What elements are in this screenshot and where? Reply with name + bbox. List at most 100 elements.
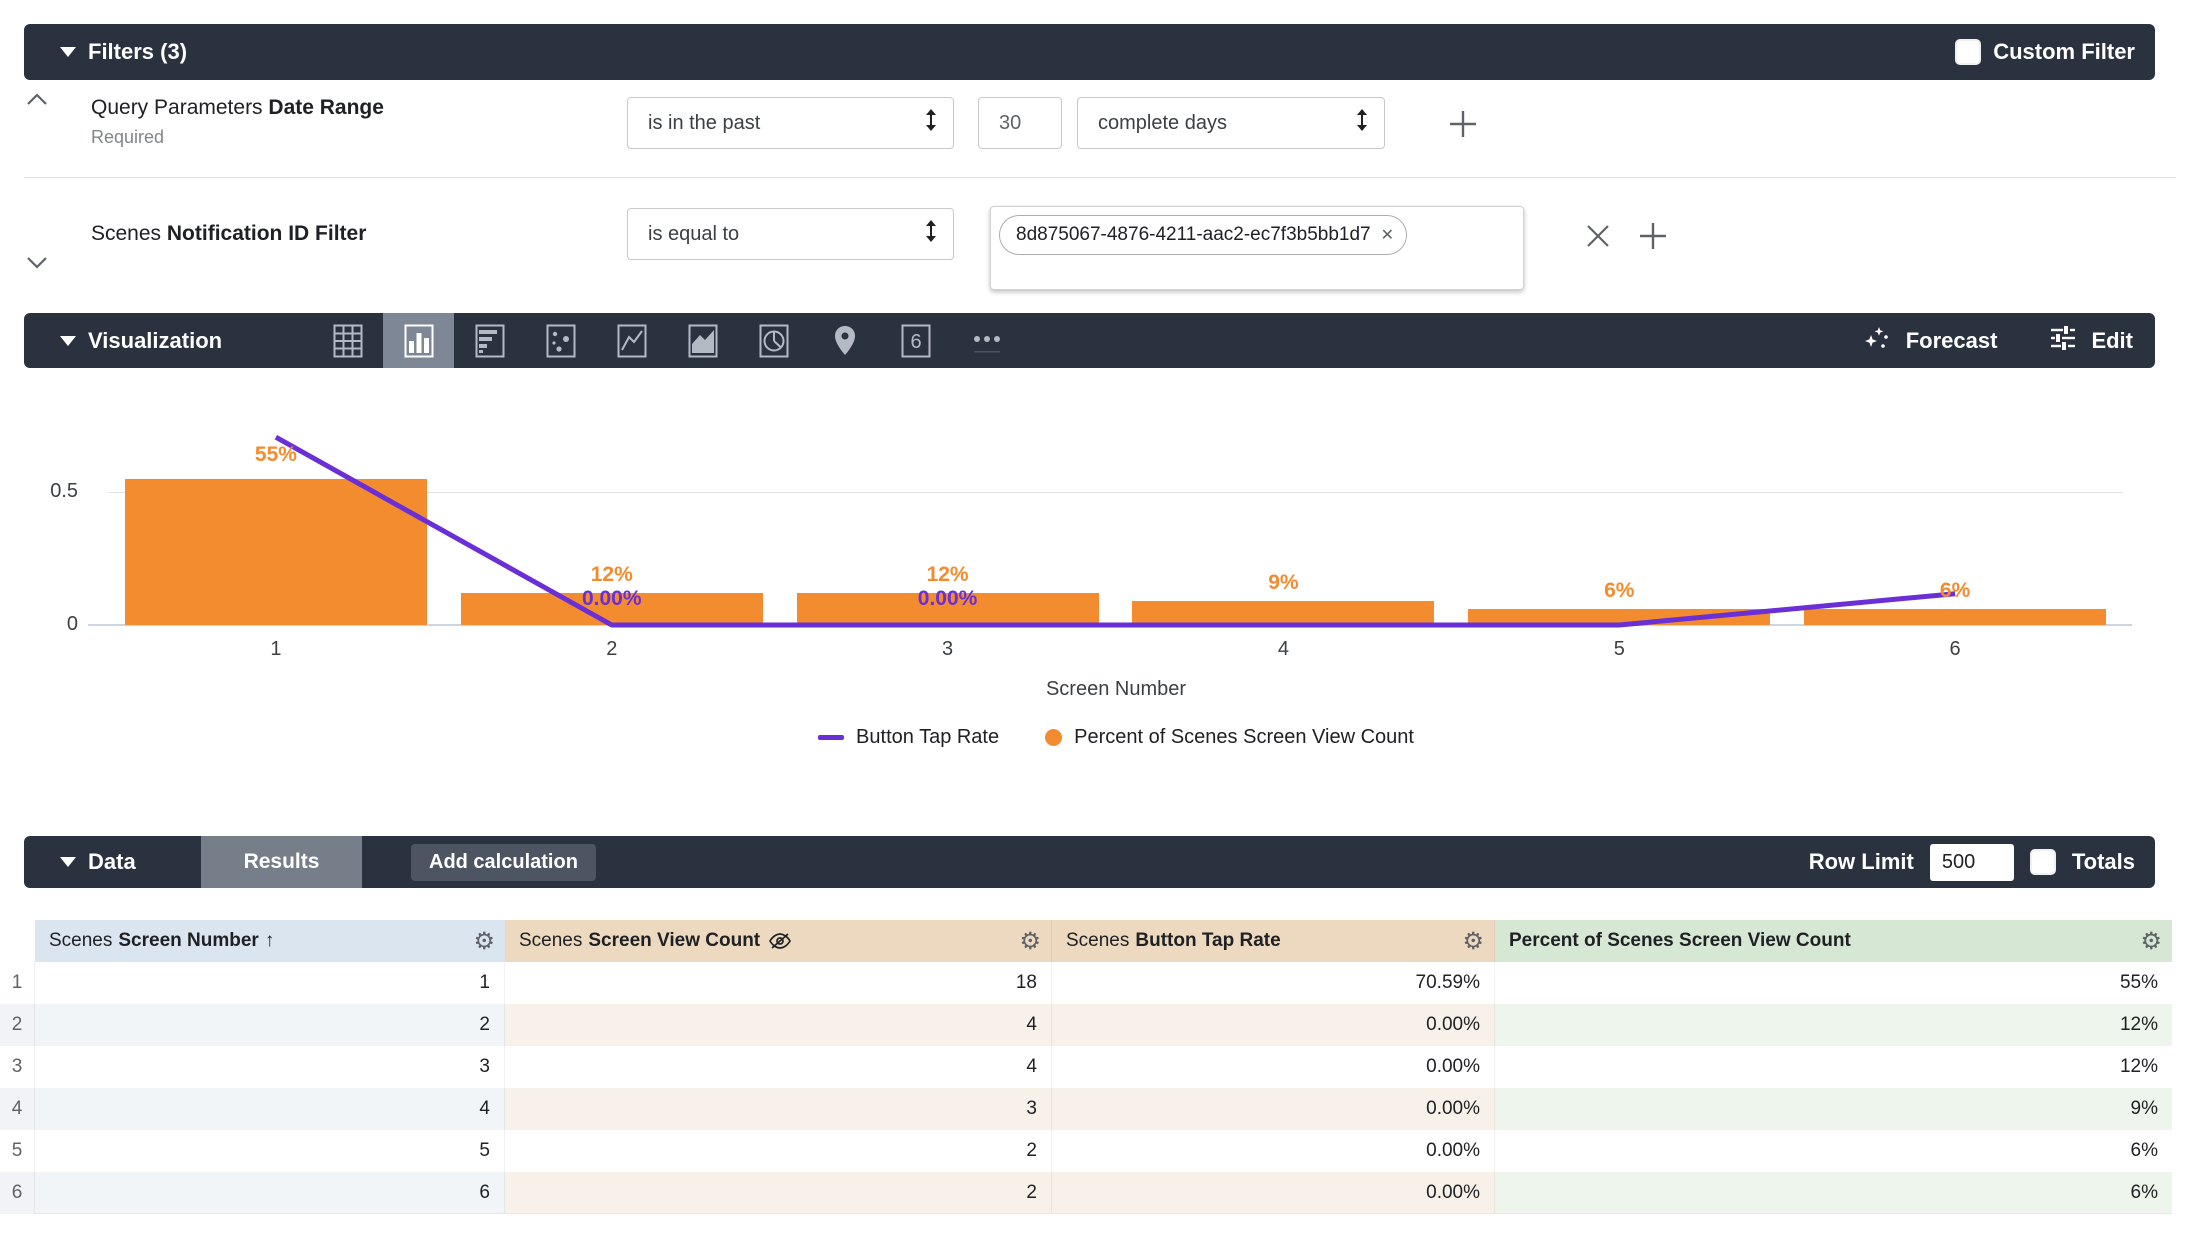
table-cell[interactable]: 9% [1495, 1088, 2172, 1130]
visualization-header-bar: Visualization 6 Forecast [24, 313, 2155, 368]
column-chart-icon[interactable] [383, 313, 454, 368]
filter-value: 30 [999, 112, 1021, 135]
filter-unit-select[interactable]: complete days [1077, 97, 1385, 149]
area-chart-icon[interactable] [667, 313, 738, 368]
bar-screen-5[interactable] [1468, 609, 1770, 625]
map-icon[interactable] [809, 313, 880, 368]
table-cell[interactable]: 3 [35, 1046, 505, 1088]
table-cell[interactable]: 0.00% [1052, 1172, 1495, 1214]
table-cell[interactable]: 5 [35, 1130, 505, 1172]
table-cell[interactable]: 70.59% [1052, 962, 1495, 1004]
column-gear-icon[interactable]: ⚙ [2140, 929, 2162, 953]
table-cell[interactable]: 6 [35, 1172, 505, 1214]
explore-page: Filters (3) Custom Filter Query Paramete… [0, 0, 2200, 1252]
add-filter-row-button[interactable] [1448, 109, 1478, 144]
pie-chart-icon[interactable] [738, 313, 809, 368]
scatter-chart-icon[interactable] [525, 313, 596, 368]
table-cell[interactable]: 0.00% [1052, 1130, 1495, 1172]
column-header-button-tap-rate[interactable]: ScenesButton Tap Rate⚙ [1052, 920, 1495, 962]
column-header-percent-of-scenes-screen-view-count[interactable]: Percent of Scenes Screen View Count ⚙ [1495, 920, 2172, 962]
bar-value-label: 55% [206, 443, 346, 467]
add-filter-value-button[interactable] [1638, 221, 1668, 256]
bar-screen-6[interactable] [1804, 609, 2106, 625]
custom-filter-checkbox[interactable] [1955, 39, 1981, 65]
bar-value-label: 6% [1549, 579, 1689, 603]
forecast-sparkle-icon [1862, 323, 1892, 359]
chart-legend: Button Tap Rate Percent of Scenes Screen… [0, 726, 2200, 749]
table-cell[interactable]: 12% [1495, 1004, 2172, 1046]
legend-dot-swatch [1045, 729, 1062, 746]
more-icon[interactable] [951, 313, 1022, 368]
row-limit-input[interactable]: 500 [1930, 844, 2014, 881]
column-gear-icon[interactable]: ⚙ [1019, 929, 1041, 953]
add-calculation-button[interactable]: Add calculation [411, 844, 596, 881]
collapse-row-up-icon[interactable] [26, 92, 48, 106]
table-cell[interactable]: 4 [505, 1046, 1052, 1088]
remove-token-icon[interactable]: ✕ [1381, 225, 1394, 245]
totals-checkbox[interactable] [2030, 849, 2056, 875]
column-header-screen-view-count[interactable]: ScenesScreen View Count⚙ [505, 920, 1052, 962]
collapse-viz-icon[interactable] [60, 336, 76, 346]
column-gear-icon[interactable]: ⚙ [1462, 929, 1484, 953]
column-name: Percent of Scenes Screen View Count [1509, 930, 1851, 952]
table-cell[interactable]: 18 [505, 962, 1052, 1004]
line-value-label: 0.00% [542, 587, 682, 611]
filter-row-divider [24, 177, 2176, 178]
filter-operator-select-2[interactable]: is equal to [627, 208, 954, 260]
table-cell[interactable]: 2 [35, 1004, 505, 1046]
filter-token-input[interactable]: 8d875067-4876-4211-aac2-ec7f3b5bb1d7 ✕ [990, 206, 1524, 290]
table-cell[interactable]: 1 [35, 962, 505, 1004]
updown-icon [1356, 109, 1368, 137]
bar-screen-1[interactable] [125, 479, 427, 625]
collapse-row-down-icon[interactable] [26, 256, 48, 270]
edit-sliders-icon [2049, 324, 2077, 358]
tab-results[interactable]: Results [201, 836, 362, 888]
collapse-filters-icon[interactable] [60, 47, 76, 57]
filters-title: Filters (3) [88, 39, 187, 65]
clear-filter-button[interactable] [1585, 223, 1611, 254]
visualization-title: Visualization [88, 328, 222, 354]
column-gear-icon[interactable]: ⚙ [473, 929, 495, 953]
table-cell[interactable]: 4 [505, 1004, 1052, 1046]
totals-label: Totals [2072, 849, 2135, 875]
legend-item-bar[interactable]: Percent of Scenes Screen View Count [1045, 726, 1414, 749]
custom-filter-toggle[interactable]: Custom Filter [1955, 39, 2135, 65]
data-header-bar: Data Results Add calculation Row Limit 5… [24, 836, 2155, 888]
single-value-icon[interactable]: 6 [880, 313, 951, 368]
table-cell[interactable]: 0.00% [1052, 1004, 1495, 1046]
x-axis-tick-label: 6 [1915, 638, 1995, 661]
column-prefix: Scenes [519, 930, 582, 952]
table-cell[interactable]: 3 [505, 1088, 1052, 1130]
bar-screen-4[interactable] [1132, 601, 1434, 625]
table-cell[interactable]: 12% [1495, 1046, 2172, 1088]
x-axis-tick-label: 3 [908, 638, 988, 661]
collapse-data-icon[interactable] [60, 857, 76, 867]
table-cell[interactable]: 2 [505, 1130, 1052, 1172]
table-icon[interactable] [312, 313, 383, 368]
filter-operator-select-1[interactable]: is in the past [627, 97, 954, 149]
table-cell[interactable]: 0.00% [1052, 1046, 1495, 1088]
data-bar-right: Row Limit 500 Totals [1809, 836, 2135, 888]
column-prefix: Scenes [49, 930, 112, 952]
edit-viz-button[interactable]: Edit [2049, 324, 2133, 358]
forecast-button[interactable]: Forecast [1862, 323, 1998, 359]
x-axis-tick-label: 4 [1243, 638, 1323, 661]
bar-value-label: 12% [878, 563, 1018, 587]
table-cell[interactable]: 4 [35, 1088, 505, 1130]
table-cell[interactable]: 0.00% [1052, 1088, 1495, 1130]
column-prefix: Scenes [1066, 930, 1129, 952]
column-name: Screen Number [118, 930, 258, 952]
updown-icon [925, 220, 937, 248]
bar-chart-icon[interactable] [454, 313, 525, 368]
y-axis-tick-label: 0.5 [16, 480, 78, 503]
filter-field-name: Date Range [268, 96, 384, 119]
table-cell[interactable]: 55% [1495, 962, 2172, 1004]
column-header-screen-number[interactable]: ScenesScreen Number↑⚙ [35, 920, 505, 962]
legend-item-line[interactable]: Button Tap Rate [818, 726, 999, 749]
table-cell[interactable]: 6% [1495, 1130, 2172, 1172]
line-chart-icon[interactable] [596, 313, 667, 368]
filter-value-input[interactable]: 30 [978, 97, 1062, 149]
table-cell[interactable]: 2 [505, 1172, 1052, 1214]
x-axis-tick-label: 2 [572, 638, 652, 661]
table-cell[interactable]: 6% [1495, 1172, 2172, 1214]
